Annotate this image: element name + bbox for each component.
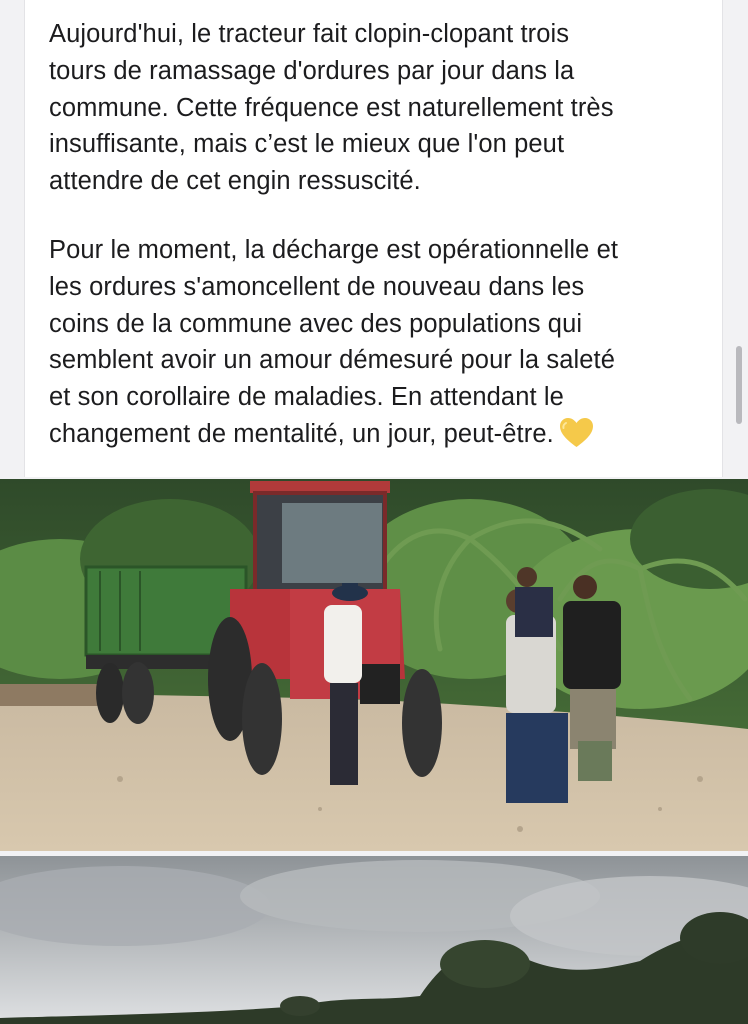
text-line: changement de mentalité, un jour, peut-ê… [49, 419, 554, 448]
post-paragraph-2: Pour le moment, la décharge est opératio… [49, 232, 709, 453]
text-line: Aujourd'hui, le tracteur fait clopin-clo… [49, 20, 570, 48]
post-paragraph-1: Aujourd'hui, le tracteur fait clopin-clo… [49, 16, 709, 200]
scrollbar[interactable] [736, 346, 742, 424]
text-line: coins de la commune avec des populations… [49, 309, 583, 338]
text-line: commune. Cette fréquence est naturelleme… [49, 93, 614, 122]
post-text-card: Aujourd'hui, le tracteur fait clopin-clo… [24, 0, 723, 477]
yellow-heart-icon [559, 417, 593, 448]
landscape-photo[interactable] [0, 856, 748, 1024]
text-line: semblent avoir un amour démesuré pour la… [49, 346, 615, 375]
text-line: les ordures s'amoncellent de nouveau dan… [49, 272, 585, 301]
text-line-last: changement de mentalité, un jour, peut-ê… [49, 416, 709, 453]
text-line: insuffisante, mais c’est le mieux que l'… [49, 130, 565, 159]
text-line: attendre de cet engin ressuscité. [49, 167, 421, 196]
text-line: et son corollaire de maladies. En attend… [49, 383, 564, 412]
tractor-photo[interactable] [0, 479, 748, 851]
text-line: Pour le moment, la décharge est opératio… [49, 236, 619, 264]
post-view: Aujourd'hui, le tracteur fait clopin-clo… [0, 0, 748, 1024]
text-line: tours de ramassage d'ordures par jour da… [49, 56, 575, 85]
